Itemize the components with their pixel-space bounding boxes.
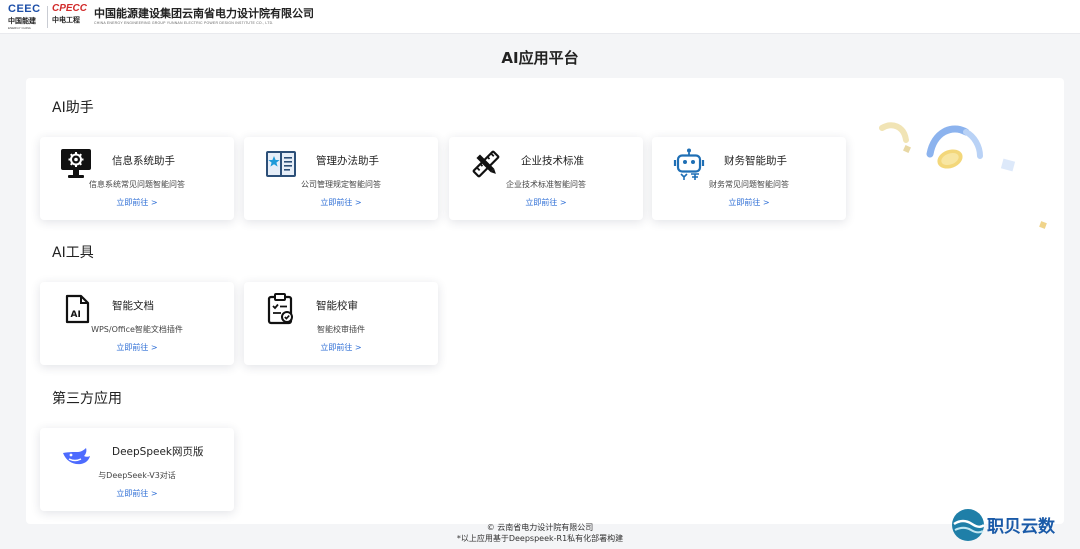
- card-name: DeepSpeek网页版: [112, 446, 204, 458]
- company-name: 中国能源建设集团云南省电力设计院有限公司 CHINA ENERGY ENGINE…: [94, 5, 314, 25]
- ceec-logo-cn: 中国能建: [8, 17, 36, 25]
- card-description: WPS/Office智能文档插件: [91, 325, 183, 334]
- svg-text:AI: AI: [71, 310, 81, 320]
- clipboard-check-icon: [264, 292, 298, 326]
- card-management-rules-assistant[interactable]: 管理办法助手 公司管理规定智能问答 立即前往 >: [244, 137, 438, 220]
- card-info-system-assistant[interactable]: 信息系统助手 信息系统常见问题智能问答 立即前往 >: [40, 137, 234, 220]
- card-description: 公司管理规定智能问答: [301, 180, 381, 189]
- watermark-text: 职贝云数: [987, 517, 1055, 537]
- go-now-link[interactable]: 立即前往 >: [40, 342, 234, 353]
- card-name: 企业技术标准: [521, 155, 584, 167]
- ruler-pencil-icon: [469, 147, 503, 181]
- top-header: CEEC 中国能建 ENERGY CHINA CPECC 中电工程 中国能源建设…: [0, 0, 1080, 34]
- go-now-link[interactable]: 立即前往 >: [40, 197, 234, 208]
- ceec-logo-mark: CEEC: [8, 3, 41, 15]
- go-now-link[interactable]: 立即前往 >: [652, 197, 846, 208]
- card-finance-assistant[interactable]: 财务智能助手 财务常见问题智能问答 立即前往 >: [652, 137, 846, 220]
- cpecc-logo: CPECC 中电工程: [52, 3, 90, 31]
- book-star-icon: [264, 147, 298, 181]
- section-title-ai-assistant: AI助手: [52, 100, 94, 116]
- go-now-link[interactable]: 立即前往 >: [40, 488, 234, 499]
- logo-divider: [47, 6, 48, 28]
- card-description: 企业技术标准智能问答: [506, 180, 586, 189]
- card-smart-review[interactable]: 智能校审 智能校审插件 立即前往 >: [244, 282, 438, 365]
- company-name-cn: 中国能源建设集团云南省电力设计院有限公司: [94, 7, 314, 20]
- card-name: 智能校审: [316, 300, 358, 312]
- card-name: 智能文档: [112, 300, 154, 312]
- footer-copyright: © 云南省电力设计院有限公司: [486, 523, 594, 532]
- ceec-logo-en: ENERGY CHINA: [8, 26, 31, 30]
- monitor-gear-icon: [60, 147, 94, 181]
- card-description: 财务常见问题智能问答: [709, 180, 789, 189]
- page-title: AI应用平台: [501, 49, 579, 67]
- decorative-ribbon-coins-illustration: [870, 104, 1070, 244]
- card-description: 信息系统常见问题智能问答: [89, 180, 185, 189]
- card-smart-document[interactable]: AI 智能文档 WPS/Office智能文档插件 立即前往 >: [40, 282, 234, 365]
- footer-note: *以上应用基于Deepspeek-R1私有化部署构建: [456, 534, 624, 543]
- company-name-en: CHINA ENERGY ENGINEERING GROUP YUNNAN EL…: [94, 21, 274, 25]
- card-deepspeek-web[interactable]: DeepSpeek网页版 与DeepSeek-V3对话 立即前往 >: [40, 428, 234, 511]
- card-enterprise-tech-standard[interactable]: 企业技术标准 企业技术标准智能问答 立即前往 >: [449, 137, 643, 220]
- ai-document-icon: AI: [60, 292, 94, 326]
- watermark-logo-icon: [952, 509, 985, 541]
- go-now-link[interactable]: 立即前往 >: [244, 197, 438, 208]
- go-now-link[interactable]: 立即前往 >: [449, 197, 643, 208]
- card-description: 智能校审插件: [317, 325, 365, 334]
- section-title-ai-tools: AI工具: [52, 245, 94, 261]
- ceec-logo: CEEC 中国能建 ENERGY CHINA: [8, 3, 44, 31]
- section-title-third-party: 第三方应用: [52, 391, 122, 407]
- cpecc-logo-cn: 中电工程: [52, 16, 80, 24]
- card-name: 信息系统助手: [112, 155, 175, 167]
- go-now-link[interactable]: 立即前往 >: [244, 342, 438, 353]
- watermark: 职贝云数: [951, 505, 1075, 545]
- card-name: 财务智能助手: [724, 155, 787, 167]
- cpecc-logo-mark: CPECC: [52, 3, 88, 14]
- robot-icon: [672, 147, 706, 181]
- whale-icon: [60, 438, 94, 472]
- card-name: 管理办法助手: [316, 155, 379, 167]
- card-description: 与DeepSeek-V3对话: [98, 471, 176, 480]
